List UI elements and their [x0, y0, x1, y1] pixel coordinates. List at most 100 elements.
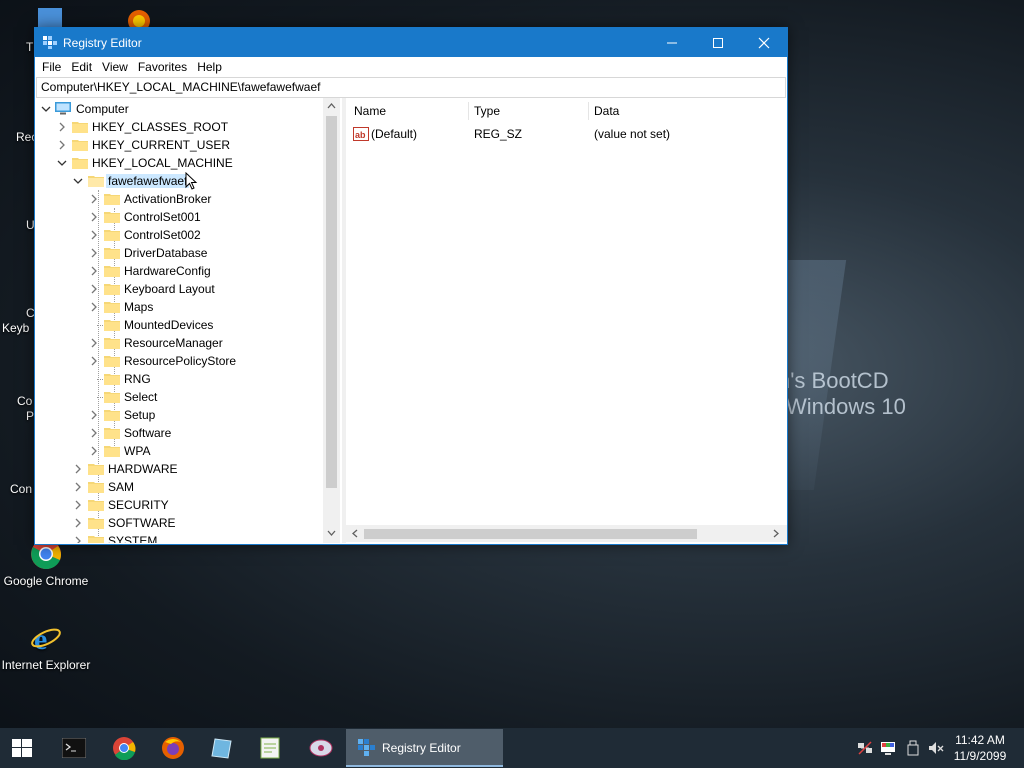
- volume-muted-tray-icon[interactable]: [928, 740, 944, 756]
- folder-icon: [104, 356, 120, 367]
- folder-icon: [104, 374, 120, 385]
- tree-node-child[interactable]: ControlSet002: [35, 226, 323, 244]
- tree-node-child[interactable]: DriverDatabase: [35, 244, 323, 262]
- close-button[interactable]: [741, 28, 787, 57]
- tree-node-sam[interactable]: SAM: [35, 478, 323, 496]
- tree-node-child[interactable]: Maps: [35, 298, 323, 316]
- tree-node-system[interactable]: SYSTEM: [35, 532, 323, 543]
- svg-text:ab: ab: [355, 130, 366, 140]
- column-header-name[interactable]: Name: [354, 104, 386, 118]
- taskbar-firefox[interactable]: [161, 736, 185, 760]
- tree-label: RNG: [124, 372, 151, 386]
- column-header-data[interactable]: Data: [594, 104, 619, 118]
- folder-open-icon: [88, 176, 104, 187]
- chevron-right-icon: [59, 140, 65, 150]
- tree-node-child[interactable]: Select: [35, 388, 323, 406]
- tree-label: ActivationBroker: [124, 192, 212, 206]
- minimize-button[interactable]: [649, 28, 695, 57]
- tree-label-selected: fawefawefwaef: [106, 174, 190, 188]
- start-button[interactable]: [12, 739, 32, 757]
- chevron-down-icon: [57, 160, 67, 166]
- string-value-icon: ab: [353, 127, 369, 141]
- value-row-default[interactable]: ab (Default) REG_SZ (value not set): [346, 126, 771, 144]
- display-tray-icon[interactable]: [880, 740, 896, 756]
- tree-node-hkey-local-machine[interactable]: HKEY_LOCAL_MACHINE: [35, 154, 323, 172]
- system-clock[interactable]: 11:42 AM 11/9/2099: [944, 732, 1016, 764]
- menu-view[interactable]: View: [97, 57, 133, 77]
- tree-node-child[interactable]: ControlSet001: [35, 208, 323, 226]
- tree-scrollbar-thumb[interactable]: [326, 116, 337, 488]
- tree-node-child[interactable]: MountedDevices: [35, 316, 323, 334]
- tree-vertical-scrollbar[interactable]: [323, 98, 340, 543]
- column-divider[interactable]: [468, 102, 469, 120]
- menu-edit[interactable]: Edit: [66, 57, 97, 77]
- tree-node-child[interactable]: RNG: [35, 370, 323, 388]
- usb-tray-icon[interactable]: [905, 740, 921, 756]
- firefox-desktop-icon[interactable]: [124, 6, 154, 32]
- tree-node-child[interactable]: Setup: [35, 406, 323, 424]
- folder-icon: [88, 518, 104, 529]
- tree-node-child[interactable]: HardwareConfig: [35, 262, 323, 280]
- folder-icon: [104, 248, 120, 259]
- desktop-icon-google-chrome[interactable]: Google Chrome: [0, 538, 92, 588]
- desktop-label-partial: Keyb: [2, 321, 30, 335]
- tree-node-child[interactable]: ActivationBroker: [35, 190, 323, 208]
- tree-node-child[interactable]: WPA: [35, 442, 323, 460]
- tree-node-hkey-classes-root[interactable]: HKEY_CLASSES_ROOT: [35, 118, 323, 136]
- tree-label: SECURITY: [108, 498, 169, 512]
- menu-bar: File Edit View Favorites Help: [35, 57, 787, 77]
- address-bar[interactable]: Computer\HKEY_LOCAL_MACHINE\fawefawefwae…: [36, 77, 786, 98]
- tree-node-child[interactable]: Keyboard Layout: [35, 280, 323, 298]
- desktop-icon-internet-explorer[interactable]: e Internet Explorer: [0, 622, 92, 672]
- values-horizontal-scrollbar[interactable]: [346, 525, 787, 542]
- tree-node-security[interactable]: SECURITY: [35, 496, 323, 514]
- tree-label: Setup: [124, 408, 156, 422]
- tree-node-computer[interactable]: Computer: [35, 100, 323, 118]
- tree-label: HKEY_CURRENT_USER: [92, 138, 231, 152]
- close-icon: [758, 37, 770, 49]
- title-bar[interactable]: Registry Editor: [35, 28, 787, 57]
- clock-time: 11:42 AM: [955, 733, 1005, 747]
- taskbar-chrome[interactable]: [112, 736, 136, 761]
- chevron-right-icon: [75, 518, 81, 528]
- folder-icon: [104, 284, 120, 295]
- tree-node-hkey-current-user[interactable]: HKEY_CURRENT_USER: [35, 136, 323, 154]
- menu-help[interactable]: Help: [192, 57, 227, 77]
- taskbar-notepad-app[interactable]: [258, 736, 282, 760]
- menu-file[interactable]: File: [37, 57, 66, 77]
- chevron-right-icon: [59, 122, 65, 132]
- tree-node-selected[interactable]: fawefawefwaef: [35, 172, 323, 190]
- chrome-icon: [113, 737, 136, 761]
- command-prompt-icon: [61, 737, 87, 759]
- folder-icon: [104, 266, 120, 277]
- taskbar-item-label: Registry Editor: [382, 741, 461, 755]
- tree-node-child[interactable]: ResourcePolicyStore: [35, 352, 323, 370]
- chevron-right-icon: [91, 194, 97, 204]
- clock-date: 11/9/2099: [953, 749, 1007, 763]
- column-header-type[interactable]: Type: [474, 104, 500, 118]
- scroll-right-icon: [773, 529, 779, 538]
- taskbar-registry-editor[interactable]: Registry Editor: [346, 729, 503, 767]
- column-divider[interactable]: [588, 102, 589, 120]
- tree-node-child[interactable]: ResourceManager: [35, 334, 323, 352]
- chevron-right-icon: [91, 410, 97, 420]
- tree-node-hardware[interactable]: HARDWARE: [35, 460, 323, 478]
- taskbar-app-blue[interactable]: [210, 736, 234, 760]
- tree-node-child[interactable]: Software: [35, 424, 323, 442]
- scroll-down-icon: [327, 530, 336, 536]
- chevron-right-icon: [75, 500, 81, 510]
- scroll-left-icon: [352, 529, 358, 538]
- key-tree-pane: Computer HKEY_CLASSES_ROOT HKEY_CURRENT_…: [35, 98, 342, 543]
- tree-label: Select: [124, 390, 158, 404]
- tree-node-software[interactable]: SOFTWARE: [35, 514, 323, 532]
- network-tray-icon[interactable]: [857, 740, 873, 756]
- taskbar-command-prompt[interactable]: [61, 737, 87, 759]
- taskbar-tool-app[interactable]: [308, 736, 334, 760]
- menu-favorites[interactable]: Favorites: [133, 57, 192, 77]
- tree-label: SAM: [108, 480, 135, 494]
- folder-icon: [104, 446, 120, 457]
- registry-editor-icon: [358, 739, 375, 756]
- values-scrollbar-thumb[interactable]: [364, 529, 697, 539]
- this-pc-icon[interactable]: [38, 8, 62, 28]
- maximize-button[interactable]: [695, 28, 741, 57]
